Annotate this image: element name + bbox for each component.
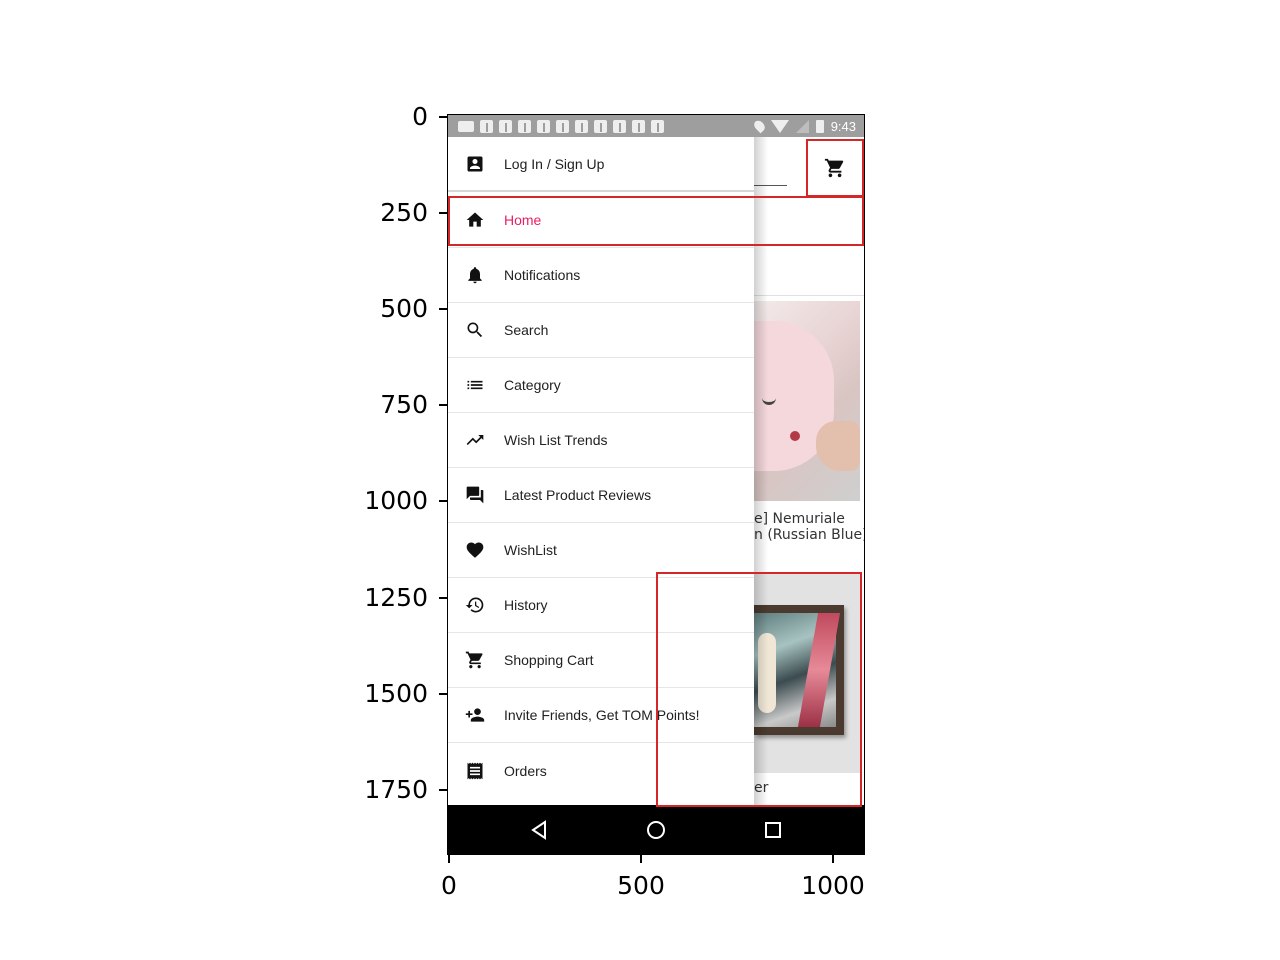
location-icon: [751, 118, 767, 134]
product-card[interactable]: e] Nemuriale n (Russian Blue): [754, 301, 864, 567]
x-tick-mark: [448, 855, 450, 863]
product-image: [754, 573, 860, 773]
cart-button[interactable]: [808, 140, 862, 196]
drawer-shadow: [754, 137, 768, 805]
y-tick-label: 1750: [364, 775, 428, 804]
facebook-icon: [632, 119, 645, 133]
x-tick-label: 500: [617, 871, 665, 900]
product-title: er: [754, 780, 864, 796]
y-tick-mark: [439, 693, 447, 695]
y-tick-label: 1000: [364, 486, 428, 515]
y-tick-label: 750: [380, 390, 428, 419]
drawer-item-home[interactable]: Home: [448, 193, 754, 248]
drawer-item-search[interactable]: Search: [448, 303, 754, 358]
drawer-item-label: History: [504, 597, 548, 613]
search-icon: [464, 319, 486, 341]
person-add-icon: [464, 704, 486, 726]
history-icon: [464, 594, 486, 616]
drawer-item-label: Latest Product Reviews: [504, 487, 652, 503]
drawer-item-invite-friends[interactable]: Invite Friends, Get TOM Points!: [448, 688, 754, 743]
y-tick-mark: [439, 404, 447, 406]
message-icon: [458, 120, 474, 132]
back-icon: [531, 820, 546, 840]
y-tick-mark: [439, 500, 447, 502]
product-title: n (Russian Blue): [754, 527, 864, 543]
facebook-icon: [575, 119, 588, 133]
facebook-icon: [537, 119, 550, 133]
drawer-item-orders[interactable]: Orders: [448, 743, 754, 798]
receipt-icon: [464, 760, 486, 782]
battery-icon: [815, 119, 824, 133]
y-tick-mark: [439, 789, 447, 791]
forum-icon: [464, 484, 486, 506]
x-tick-mark: [832, 855, 834, 863]
status-bar: 9:43: [448, 115, 864, 137]
heart-icon: [464, 539, 486, 561]
product-card[interactable]: er: [754, 573, 860, 801]
y-tick-label: 1250: [364, 583, 428, 612]
drawer-item-label: WishList: [504, 542, 557, 558]
bell-icon: [464, 264, 486, 286]
y-tick-label: 250: [380, 198, 428, 227]
account-box-icon: [464, 153, 486, 175]
list-icon: [464, 374, 486, 396]
drawer-item-label: Log In / Sign Up: [504, 155, 605, 172]
drawer-item-label: Orders: [504, 762, 547, 779]
drawer-item-category[interactable]: Category: [448, 358, 754, 413]
home-button[interactable]: [643, 817, 669, 843]
y-tick-mark: [439, 597, 447, 599]
drawer-item-wishlist[interactable]: WishList: [448, 523, 754, 578]
y-tick-mark: [439, 116, 447, 118]
facebook-icon: [480, 119, 493, 133]
y-tick-mark: [439, 308, 447, 310]
y-tick-label: 1500: [364, 679, 428, 708]
x-tick-label: 1000: [801, 871, 865, 900]
drawer-item-wish-list-trends[interactable]: Wish List Trends: [448, 413, 754, 468]
cart-icon: [464, 649, 486, 671]
product-image: [754, 301, 860, 501]
divider: [754, 295, 864, 296]
clock: 9:43: [830, 118, 856, 134]
recents-button[interactable]: [760, 817, 786, 843]
drawer-item-history[interactable]: History: [448, 578, 754, 633]
facebook-icon: [518, 119, 531, 133]
recents-icon: [765, 822, 781, 838]
x-tick-label: 0: [441, 871, 457, 900]
trending-up-icon: [464, 429, 486, 451]
drawer-item-notifications[interactable]: Notifications: [448, 248, 754, 303]
system-nav-bar: [448, 805, 864, 854]
facebook-icon: [613, 119, 626, 133]
signal-icon: [795, 119, 809, 133]
y-tick-label: 500: [380, 294, 428, 323]
home-icon: [464, 209, 486, 231]
drawer-item-label: Category: [504, 377, 561, 393]
wifi-icon: [770, 119, 789, 133]
y-tick-label: 0: [412, 102, 428, 131]
notification-icons: [448, 119, 664, 133]
phone-screen: 9:43 e] Nemuriale n (Russian Blue) Log I…: [447, 114, 865, 855]
drawer-item-login[interactable]: Log In / Sign Up: [448, 137, 754, 192]
system-icons: 9:43: [751, 118, 864, 134]
y-tick-mark: [439, 212, 447, 214]
drawer-item-label: Shopping Cart: [504, 652, 594, 668]
drawer-item-label: Wish List Trends: [504, 432, 608, 448]
facebook-icon: [556, 119, 569, 133]
drawer-item-label: Search: [504, 322, 549, 338]
drawer-item-label: Notifications: [504, 267, 581, 283]
back-button[interactable]: [526, 817, 552, 843]
product-title: e] Nemuriale: [754, 511, 845, 527]
drawer-item-latest-reviews[interactable]: Latest Product Reviews: [448, 468, 754, 523]
cart-icon: [824, 158, 844, 178]
facebook-icon: [594, 119, 607, 133]
drawer-item-label: Invite Friends, Get TOM Points!: [504, 707, 700, 723]
drawer-item-label: Home: [504, 212, 542, 228]
home-circle-icon: [647, 821, 665, 839]
navigation-drawer: Log In / Sign Up Home Notifications Sear…: [448, 137, 754, 805]
facebook-icon: [651, 119, 664, 133]
x-tick-mark: [640, 855, 642, 863]
facebook-icon: [499, 119, 512, 133]
drawer-item-shopping-cart[interactable]: Shopping Cart: [448, 633, 754, 688]
